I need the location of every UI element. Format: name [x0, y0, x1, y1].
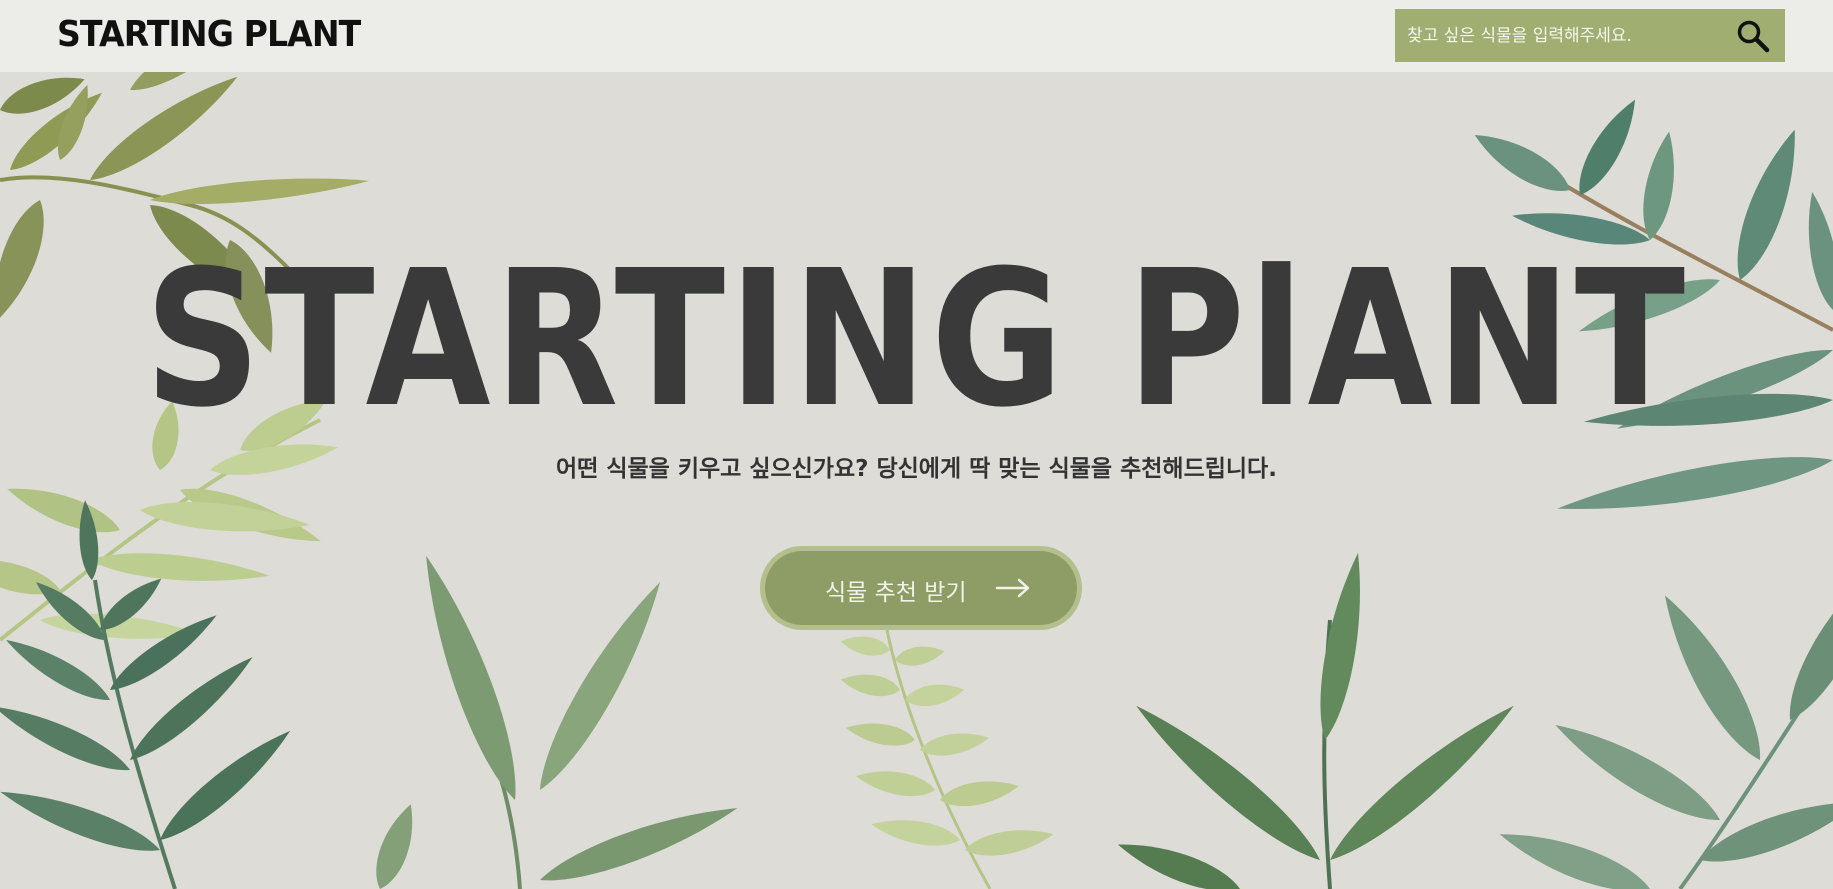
bottom-center-left-leaves: [367, 549, 743, 889]
cta-button-label: 식물 추천 받기: [825, 580, 967, 606]
bottom-right-leaves: [1494, 555, 1833, 889]
plant-recommendation-button[interactable]: 식물 추천 받기: [760, 546, 1082, 630]
arrow-right-icon: [995, 575, 1031, 601]
search-input[interactable]: [1407, 9, 1707, 62]
bottom-center-fern: [839, 619, 1056, 889]
search-box: [1395, 9, 1785, 62]
hero-title: STARTING PlANT: [144, 230, 1689, 449]
search-icon[interactable]: [1735, 18, 1771, 54]
bottom-right-center-leaves: [1113, 550, 1524, 889]
site-logo[interactable]: STARTING PLANT: [57, 14, 361, 55]
cta-button-inner: 식물 추천 받기: [765, 551, 1077, 625]
hero-subtitle: 어떤 식물을 키우고 싶으신가요? 당신에게 딱 맞는 식물을 추천해드립니다.: [556, 456, 1277, 482]
top-navigation-bar: STARTING PLANT: [0, 0, 1833, 72]
landing-page: STARTING PLANT STARTING PlANT 어떤 식물을 키우고…: [0, 0, 1833, 889]
